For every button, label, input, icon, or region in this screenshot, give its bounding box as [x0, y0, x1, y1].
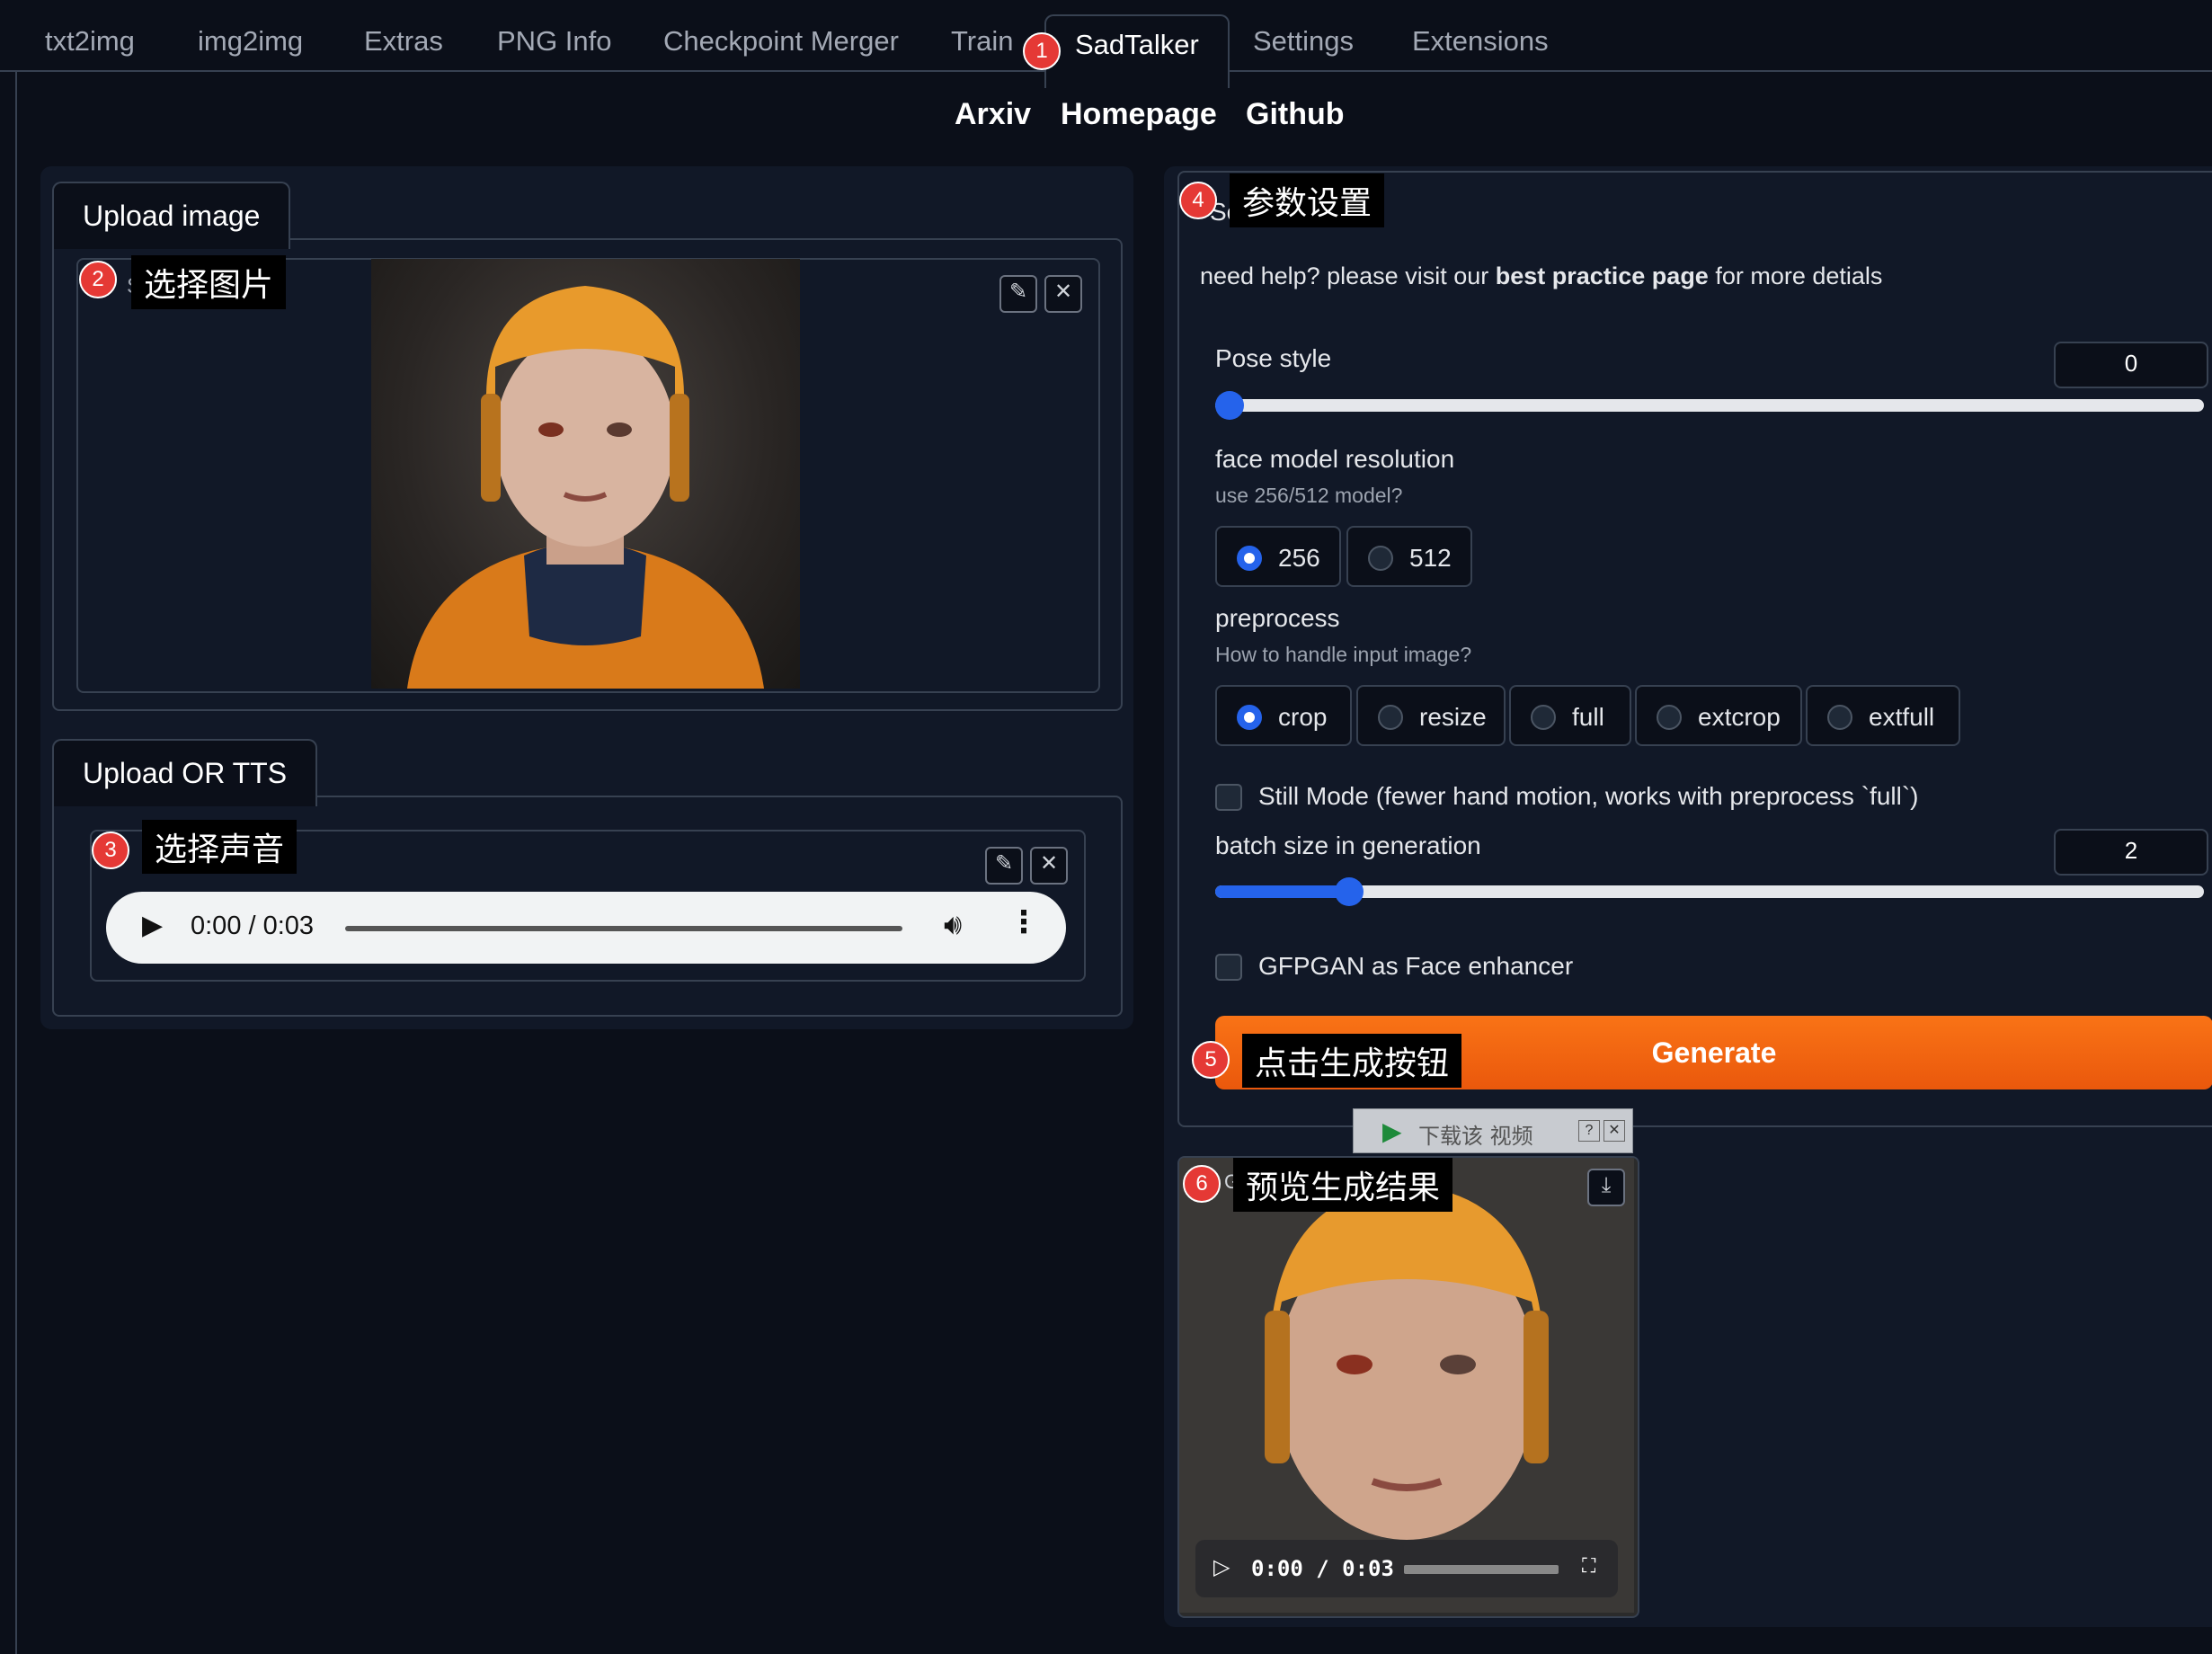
- fullscreen-icon[interactable]: ⛶: [1582, 1554, 1595, 1578]
- annotation-badge-5: 5: [1192, 1041, 1230, 1079]
- edit-image-icon[interactable]: ✎: [999, 275, 1037, 313]
- annotation-select-image: 选择图片: [131, 255, 287, 309]
- annotation-settings: 参数设置: [1230, 173, 1385, 227]
- download-video-overlay[interactable]: ▶ 下载该 视频 ? ✕: [1353, 1108, 1633, 1153]
- annotation-badge-4: 4: [1179, 182, 1217, 219]
- radio-crop-indicator: [1237, 705, 1262, 730]
- play-icon[interactable]: ▶: [142, 910, 163, 941]
- tab-extensions[interactable]: Extensions: [1412, 25, 1549, 58]
- radio-512[interactable]: 512: [1346, 526, 1472, 587]
- robot-portrait-image: [407, 286, 764, 689]
- batch-size-slider[interactable]: [1215, 885, 2204, 898]
- face-model-info: use 256/512 model?: [1215, 484, 1403, 507]
- tab-extras[interactable]: Extras: [364, 25, 443, 58]
- radio-256[interactable]: 256: [1215, 526, 1341, 587]
- more-options-icon[interactable]: ⋮: [1008, 904, 1039, 940]
- pose-style-label: Pose style: [1215, 344, 1332, 372]
- tab-settings[interactable]: Settings: [1253, 25, 1354, 58]
- video-play-icon[interactable]: ▷: [1213, 1554, 1230, 1580]
- radio-extcrop[interactable]: extcrop: [1635, 685, 1802, 746]
- volume-icon[interactable]: 🔊︎: [944, 908, 962, 942]
- batch-size-slider-thumb[interactable]: [1334, 877, 1364, 906]
- tab-bar: txt2img img2img Extras PNG Info Checkpoi…: [0, 0, 2212, 88]
- preprocess-info: How to handle input image?: [1215, 643, 1472, 666]
- help-icon[interactable]: ?: [1578, 1120, 1600, 1142]
- radio-extfull[interactable]: extfull: [1806, 685, 1960, 746]
- video-progress-bar[interactable]: [1404, 1565, 1559, 1574]
- tab-img2img[interactable]: img2img: [198, 25, 303, 58]
- download-icon[interactable]: ⤓: [1587, 1169, 1625, 1206]
- pose-style-slider-thumb[interactable]: [1215, 391, 1244, 420]
- audio-player: ▶ 0:00 / 0:03 🔊︎ ⋮: [106, 892, 1066, 964]
- radio-full[interactable]: full: [1509, 685, 1631, 746]
- batch-size-input[interactable]: 2: [2054, 829, 2208, 876]
- radio-512-indicator: [1368, 546, 1393, 571]
- link-arxiv[interactable]: Arxiv: [955, 97, 1031, 132]
- clear-image-icon[interactable]: ✕: [1044, 275, 1082, 313]
- still-mode-label: Still Mode (fewer hand motion, works wit…: [1258, 782, 1919, 810]
- edit-audio-icon[interactable]: ✎: [985, 847, 1023, 885]
- download-play-icon: ▶: [1382, 1117, 1402, 1145]
- help-text: need help? please visit our best practic…: [1200, 262, 1883, 289]
- tab-train[interactable]: Train: [951, 25, 1013, 58]
- best-practice-link[interactable]: best practice page: [1496, 262, 1709, 289]
- annotation-badge-2: 2: [79, 261, 117, 298]
- radio-resize-indicator: [1378, 705, 1403, 730]
- radio-crop[interactable]: crop: [1215, 685, 1352, 746]
- video-time: 0:00 / 0:03: [1251, 1556, 1394, 1581]
- radio-256-indicator: [1237, 546, 1262, 571]
- download-video-text: 下载该 视频: [1418, 1124, 1533, 1149]
- link-github[interactable]: Github: [1246, 97, 1345, 132]
- annotation-badge-6: 6: [1183, 1165, 1221, 1203]
- radio-extfull-indicator: [1827, 705, 1852, 730]
- pose-style-slider[interactable]: [1215, 399, 2204, 412]
- annotation-generate: 点击生成按钮: [1242, 1034, 1462, 1088]
- radio-resize[interactable]: resize: [1356, 685, 1506, 746]
- tab-upload-audio[interactable]: Upload OR TTS: [52, 739, 318, 806]
- tab-upload-image[interactable]: Upload image: [52, 182, 291, 249]
- annotation-preview: 预览生成结果: [1233, 1158, 1453, 1212]
- still-mode-checkbox[interactable]: [1215, 784, 1242, 811]
- close-overlay-icon[interactable]: ✕: [1603, 1120, 1625, 1142]
- annotation-badge-1: 1: [1023, 32, 1061, 70]
- batch-size-slider-fill: [1215, 885, 1349, 898]
- tab-txt2img[interactable]: txt2img: [45, 25, 135, 58]
- gfpgan-label: GFPGAN as Face enhancer: [1258, 952, 1574, 980]
- tab-png-info[interactable]: PNG Info: [497, 25, 612, 58]
- annotation-select-audio: 选择声音: [142, 820, 298, 874]
- face-model-label: face model resolution: [1215, 445, 1455, 473]
- pose-style-input[interactable]: 0: [2054, 342, 2208, 388]
- preprocess-label: preprocess: [1215, 604, 1340, 632]
- video-controls: ▷ 0:00 / 0:03 ⛶: [1195, 1540, 1618, 1597]
- gfpgan-checkbox[interactable]: [1215, 954, 1242, 981]
- link-homepage[interactable]: Homepage: [1061, 97, 1217, 132]
- annotation-badge-3: 3: [92, 831, 129, 869]
- source-image: [371, 259, 800, 689]
- batch-size-label: batch size in generation: [1215, 831, 1481, 859]
- radio-full-indicator: [1531, 705, 1556, 730]
- clear-audio-icon[interactable]: ✕: [1030, 847, 1068, 885]
- audio-time: 0:00 / 0:03: [191, 911, 315, 940]
- radio-extcrop-indicator: [1657, 705, 1682, 730]
- audio-progress-bar[interactable]: [345, 926, 902, 931]
- tab-checkpoint-merger[interactable]: Checkpoint Merger: [663, 25, 899, 58]
